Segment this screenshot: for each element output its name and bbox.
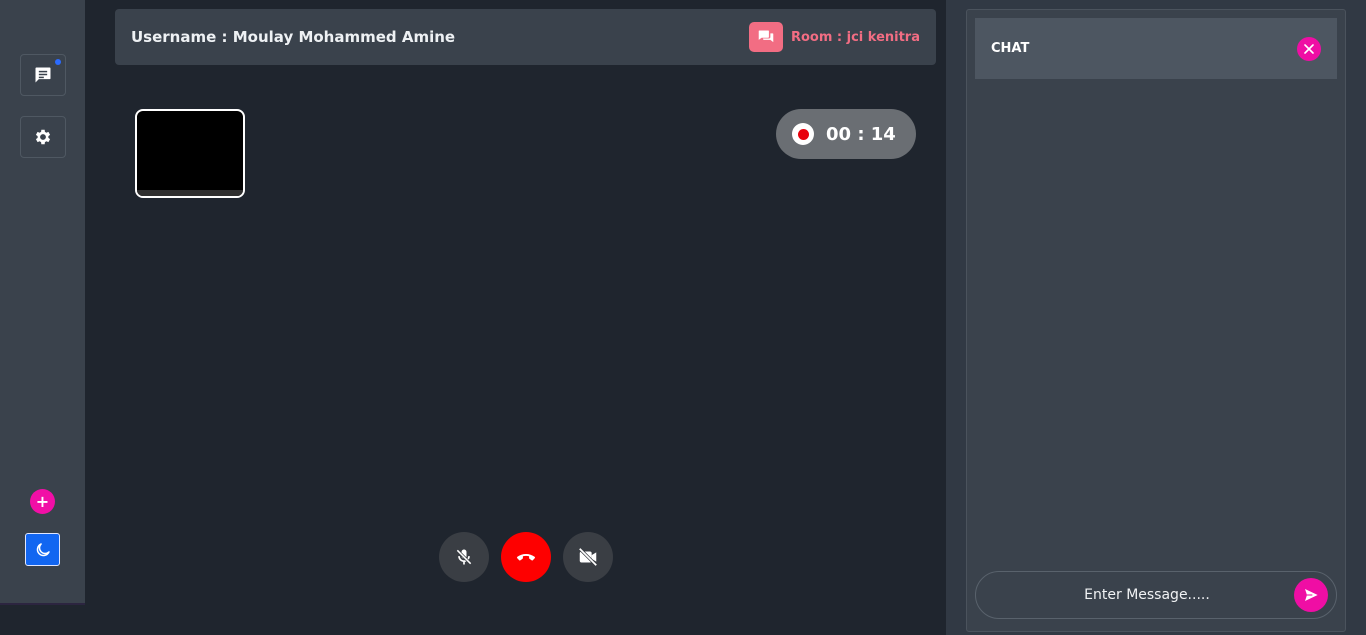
chat-panel: CHAT [966, 9, 1346, 632]
room-icon-badge [748, 22, 783, 52]
theme-toggle-button[interactable] [25, 533, 60, 566]
chat-bubble-icon [35, 67, 51, 83]
end-call-button[interactable] [501, 532, 551, 582]
moon-icon [36, 542, 50, 556]
send-message-button[interactable] [1294, 578, 1328, 612]
chat-title: CHAT [991, 41, 1030, 56]
chat-sidebar: CHAT [946, 0, 1366, 635]
add-button[interactable]: + [30, 489, 55, 514]
end-call-icon [517, 554, 535, 561]
notification-dot [55, 59, 61, 65]
chat-header: CHAT [975, 18, 1337, 79]
video-off-icon [578, 547, 598, 567]
call-header: Username : Moulay Mohammed Amine Room : … [115, 9, 936, 65]
local-video-preview [135, 109, 245, 198]
gear-icon [35, 129, 51, 145]
chat-message-input[interactable] [976, 572, 1294, 618]
recording-timer: 00 : 14 [776, 109, 916, 159]
send-icon [1305, 589, 1318, 601]
chat-toggle-button[interactable] [20, 54, 66, 96]
video-toggle-button[interactable] [563, 532, 613, 582]
record-indicator-icon [792, 123, 814, 145]
video-strip [137, 190, 243, 196]
timer-text: 00 : 14 [826, 123, 896, 145]
chat-close-button[interactable] [1297, 36, 1321, 61]
chat-input-container [975, 571, 1337, 619]
close-icon [1304, 43, 1314, 54]
chat-bubbles-icon [758, 30, 774, 43]
room-info: Room : jci kenitra [748, 22, 920, 52]
add-label: + [35, 491, 50, 511]
mic-off-icon [456, 549, 472, 565]
room-label: Room : jci kenitra [790, 29, 920, 45]
left-sidebar: + [0, 0, 85, 605]
username-label: Username : Moulay Mohammed Amine [131, 28, 456, 46]
mute-mic-button[interactable] [439, 532, 489, 582]
settings-button[interactable] [20, 116, 66, 158]
